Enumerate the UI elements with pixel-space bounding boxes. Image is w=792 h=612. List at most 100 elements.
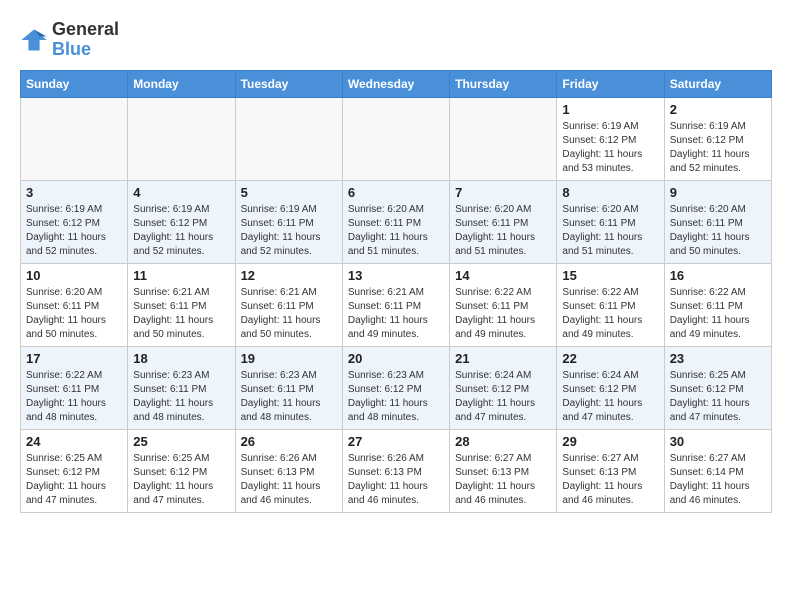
calendar-cell: 21Sunrise: 6:24 AMSunset: 6:12 PMDayligh… [450,346,557,429]
calendar-cell: 17 Sunrise: 6:22 AMSunset: 6:11 PMDayligh… [21,346,128,429]
day-number: 22 [562,351,658,366]
calendar-cell: 25 Sunrise: 6:25 AMSunset: 6:12 PMDayligh… [128,429,235,512]
day-info: Sunrise: 6:19 AMSunset: 6:12 PMDaylight:… [133,203,229,259]
calendar-cell: 13 Sunrise: 6:21 AMSunset: 6:11 PMDayligh… [342,263,449,346]
calendar-week-row: 10 Sunrise: 6:20 AMSunset: 6:11 PMDayligh… [21,263,772,346]
day-info: Sunrise: 6:23 AMSunset: 6:11 PMDaylight:… [133,369,229,425]
day-info: Sunrise: 6:19 AMSunset: 6:12 PMDaylight:… [26,203,122,259]
day-number: 24 [26,434,122,449]
calendar-cell: 11 Sunrise: 6:21 AMSunset: 6:11 PMDayligh… [128,263,235,346]
day-info: Sunrise: 6:20 AMSunset: 6:11 PMDaylight:… [348,203,444,259]
day-number: 30 [670,434,766,449]
day-info: Sunrise: 6:21 AMSunset: 6:11 PMDaylight:… [133,286,229,342]
weekday-header: Saturday [664,70,771,97]
calendar-cell: 7 Sunrise: 6:20 AMSunset: 6:11 PMDaylight… [450,180,557,263]
day-info: Sunrise: 6:19 AMSunset: 6:12 PMDaylight:… [670,120,766,176]
calendar-cell: 12 Sunrise: 6:21 AMSunset: 6:11 PMDayligh… [235,263,342,346]
calendar-cell: 16 Sunrise: 6:22 AMSunset: 6:11 PMDayligh… [664,263,771,346]
calendar-cell: 28 Sunrise: 6:27 AMSunset: 6:13 PMDayligh… [450,429,557,512]
page-header: General Blue [20,20,772,60]
calendar-cell: 26Sunrise: 6:26 AMSunset: 6:13 PMDayligh… [235,429,342,512]
calendar-cell: 6 Sunrise: 6:20 AMSunset: 6:11 PMDaylight… [342,180,449,263]
day-number: 16 [670,268,766,283]
weekday-header: Friday [557,70,664,97]
calendar-week-row: 24 Sunrise: 6:25 AMSunset: 6:12 PMDayligh… [21,429,772,512]
day-info: Sunrise: 6:23 AMSunset: 6:12 PMDaylight:… [348,369,444,425]
day-info: Sunrise: 6:20 AMSunset: 6:11 PMDaylight:… [26,286,122,342]
day-number: 20 [348,351,444,366]
day-number: 13 [348,268,444,283]
calendar-table: SundayMondayTuesdayWednesdayThursdayFrid… [20,70,772,513]
day-number: 15 [562,268,658,283]
weekday-header: Sunday [21,70,128,97]
weekday-header: Thursday [450,70,557,97]
day-info: Sunrise: 6:20 AMSunset: 6:11 PMDaylight:… [455,203,551,259]
day-number: 5 [241,185,337,200]
day-number: 28 [455,434,551,449]
calendar-cell [235,97,342,180]
day-info: Sunrise: 6:20 AMSunset: 6:11 PMDaylight:… [670,203,766,259]
day-number: 19 [241,351,337,366]
day-number: 9 [670,185,766,200]
day-info: Sunrise: 6:26 AMSunset: 6:13 PMDaylight:… [348,452,444,508]
calendar-cell [450,97,557,180]
day-info: Sunrise: 6:27 AMSunset: 6:13 PMDaylight:… [455,452,551,508]
day-number: 14 [455,268,551,283]
day-info: Sunrise: 6:22 AMSunset: 6:11 PMDaylight:… [562,286,658,342]
calendar-cell: 19Sunrise: 6:23 AMSunset: 6:11 PMDayligh… [235,346,342,429]
calendar-week-row: 1 Sunrise: 6:19 AMSunset: 6:12 PMDaylight… [21,97,772,180]
calendar-cell: 23Sunrise: 6:25 AMSunset: 6:12 PMDayligh… [664,346,771,429]
calendar-cell: 8Sunrise: 6:20 AMSunset: 6:11 PMDaylight… [557,180,664,263]
calendar-cell: 4Sunrise: 6:19 AMSunset: 6:12 PMDaylight… [128,180,235,263]
day-info: Sunrise: 6:21 AMSunset: 6:11 PMDaylight:… [241,286,337,342]
calendar-week-row: 17 Sunrise: 6:22 AMSunset: 6:11 PMDayligh… [21,346,772,429]
day-info: Sunrise: 6:25 AMSunset: 6:12 PMDaylight:… [26,452,122,508]
logo: General Blue [20,20,119,60]
day-info: Sunrise: 6:22 AMSunset: 6:11 PMDaylight:… [670,286,766,342]
day-number: 11 [133,268,229,283]
day-number: 17 [26,351,122,366]
calendar-cell [128,97,235,180]
calendar-cell: 2 Sunrise: 6:19 AMSunset: 6:12 PMDaylight… [664,97,771,180]
day-number: 10 [26,268,122,283]
calendar-cell [342,97,449,180]
day-number: 6 [348,185,444,200]
day-info: Sunrise: 6:22 AMSunset: 6:11 PMDaylight:… [26,369,122,425]
logo-icon [20,26,48,54]
day-number: 8 [562,185,658,200]
day-info: Sunrise: 6:21 AMSunset: 6:11 PMDaylight:… [348,286,444,342]
calendar-cell: 29 Sunrise: 6:27 AMSunset: 6:13 PMDayligh… [557,429,664,512]
day-number: 1 [562,102,658,117]
calendar-cell: 20 Sunrise: 6:23 AMSunset: 6:12 PMDayligh… [342,346,449,429]
weekday-header-row: SundayMondayTuesdayWednesdayThursdayFrid… [21,70,772,97]
calendar-week-row: 3 Sunrise: 6:19 AMSunset: 6:12 PMDaylight… [21,180,772,263]
calendar-cell: 15 Sunrise: 6:22 AMSunset: 6:11 PMDayligh… [557,263,664,346]
weekday-header: Tuesday [235,70,342,97]
calendar-cell: 18 Sunrise: 6:23 AMSunset: 6:11 PMDayligh… [128,346,235,429]
day-info: Sunrise: 6:25 AMSunset: 6:12 PMDaylight:… [133,452,229,508]
day-number: 21 [455,351,551,366]
day-info: Sunrise: 6:19 AMSunset: 6:12 PMDaylight:… [562,120,658,176]
day-info: Sunrise: 6:22 AMSunset: 6:11 PMDaylight:… [455,286,551,342]
day-number: 27 [348,434,444,449]
calendar-cell: 27 Sunrise: 6:26 AMSunset: 6:13 PMDayligh… [342,429,449,512]
day-info: Sunrise: 6:26 AMSunset: 6:13 PMDaylight:… [241,452,337,508]
day-info: Sunrise: 6:19 AMSunset: 6:11 PMDaylight:… [241,203,337,259]
calendar-cell: 14 Sunrise: 6:22 AMSunset: 6:11 PMDayligh… [450,263,557,346]
day-number: 7 [455,185,551,200]
day-number: 2 [670,102,766,117]
day-number: 12 [241,268,337,283]
day-info: Sunrise: 6:24 AMSunset: 6:12 PMDaylight:… [562,369,658,425]
calendar-cell: 22 Sunrise: 6:24 AMSunset: 6:12 PMDayligh… [557,346,664,429]
weekday-header: Wednesday [342,70,449,97]
day-number: 29 [562,434,658,449]
day-number: 23 [670,351,766,366]
day-info: Sunrise: 6:27 AMSunset: 6:13 PMDaylight:… [562,452,658,508]
day-number: 3 [26,185,122,200]
calendar-cell: 24 Sunrise: 6:25 AMSunset: 6:12 PMDayligh… [21,429,128,512]
day-number: 25 [133,434,229,449]
calendar-cell: 30 Sunrise: 6:27 AMSunset: 6:14 PMDayligh… [664,429,771,512]
day-number: 18 [133,351,229,366]
day-info: Sunrise: 6:27 AMSunset: 6:14 PMDaylight:… [670,452,766,508]
calendar-cell: 5 Sunrise: 6:19 AMSunset: 6:11 PMDaylight… [235,180,342,263]
